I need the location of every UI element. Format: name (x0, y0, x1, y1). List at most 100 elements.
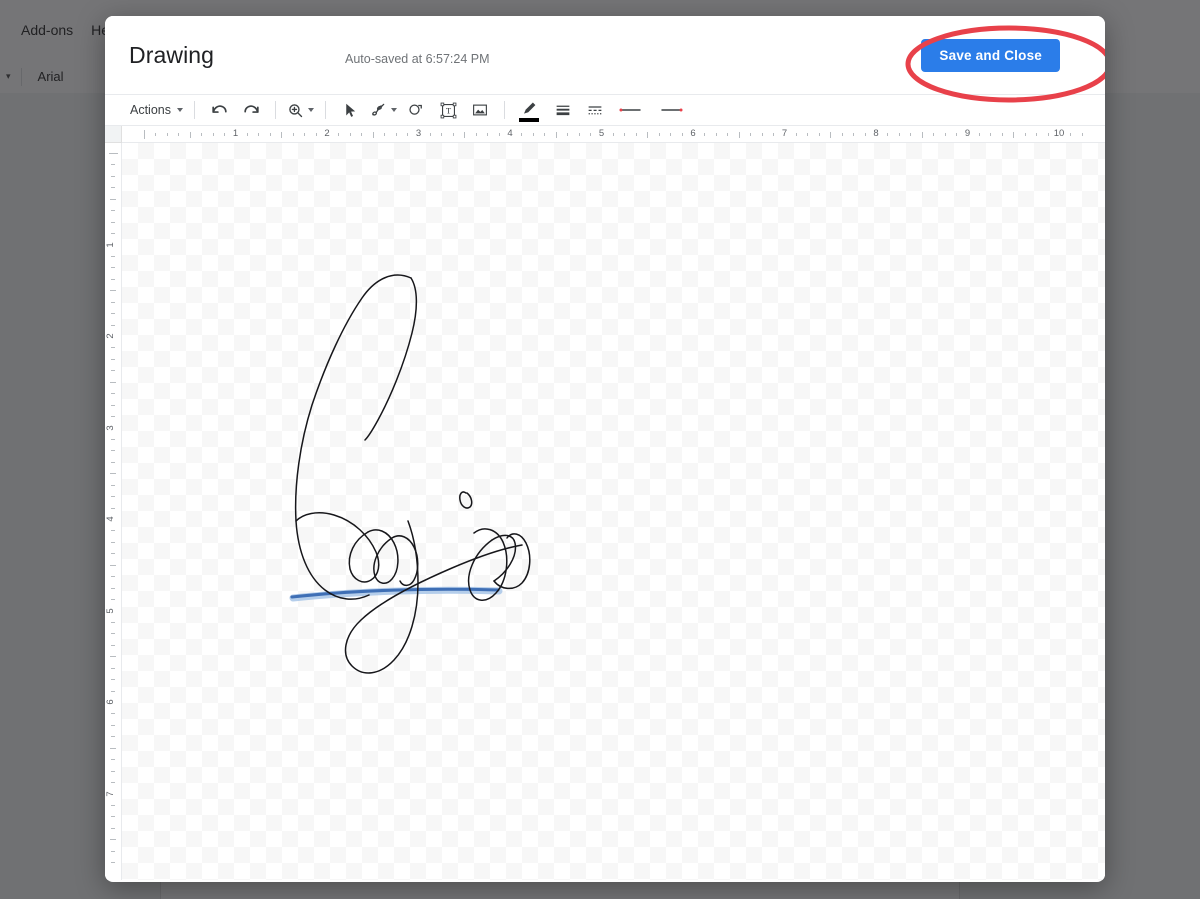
drawing-dialog: Drawing Auto-saved at 6:57:24 PM Save an… (105, 16, 1105, 882)
ruler-tick (111, 827, 115, 829)
ruler-tick (750, 133, 752, 136)
actions-menu-label: Actions (130, 103, 171, 117)
ruler-tick (155, 133, 157, 136)
ruler-tick (111, 267, 115, 269)
ruler-tick (111, 667, 115, 669)
save-and-close-button[interactable]: Save and Close (921, 39, 1060, 72)
undo-icon (210, 101, 229, 120)
ruler-tick (452, 133, 454, 136)
ruler-tick (111, 587, 115, 589)
line-tool-button[interactable] (369, 97, 397, 123)
drawing-toolbar: Actions T (105, 94, 1105, 126)
ruler-tick (111, 404, 115, 406)
line-dash-button[interactable] (582, 97, 608, 123)
select-tool-button[interactable] (337, 97, 363, 123)
line-dash-icon (586, 101, 604, 119)
ruler-tick (670, 133, 672, 136)
ruler-label: 4 (105, 516, 117, 522)
undo-button[interactable] (206, 97, 232, 123)
ruler-tick (110, 381, 116, 383)
ruler-tick (738, 132, 740, 138)
ruler-tick (111, 816, 115, 818)
vertical-ruler[interactable]: 1 2 3 4 5 6 7 (105, 143, 122, 880)
ruler-tick (110, 656, 116, 658)
ruler-tick (910, 133, 912, 136)
ruler-label: 2 (321, 128, 333, 139)
toolbar-divider (504, 101, 505, 119)
ruler-label: 7 (778, 128, 791, 139)
text-box-tool-button[interactable]: T (435, 97, 461, 123)
svg-text:T: T (445, 105, 451, 115)
ruler-tick (224, 133, 226, 136)
ruler-tick (111, 438, 115, 440)
redo-icon (242, 101, 261, 120)
ruler-label: 5 (595, 128, 608, 139)
signature-drawing[interactable] (122, 143, 1105, 880)
ruler-tick (372, 132, 374, 138)
shape-icon (407, 101, 425, 119)
redo-button[interactable] (238, 97, 264, 123)
ruler-tick (773, 133, 775, 136)
drawing-editor-body: 1 2 3 4 5 6 7 8 9 10 1 2 3 4 5 6 7 (105, 126, 1105, 880)
signature-ink (294, 274, 531, 674)
ruler-label: 3 (105, 424, 117, 431)
ruler-tick (111, 690, 115, 692)
ruler-label: 1 (105, 241, 117, 248)
ruler-tick (795, 133, 797, 136)
text-box-icon: T (439, 101, 458, 120)
ruler-tick (111, 713, 115, 715)
select-arrow-icon (342, 102, 359, 119)
ruler-tick (429, 133, 431, 136)
drawing-canvas[interactable] (122, 143, 1105, 880)
ruler-label: 5 (105, 607, 117, 614)
ruler-tick (201, 133, 203, 136)
ruler-tick (111, 679, 115, 681)
chevron-down-icon (391, 108, 397, 112)
ruler-tick (944, 133, 946, 136)
ruler-tick (111, 301, 115, 303)
ruler-tick (853, 133, 855, 136)
ruler-tick (361, 133, 363, 136)
ruler-tick (841, 133, 843, 136)
ruler-tick (111, 221, 115, 223)
ruler-tick (111, 255, 115, 257)
line-weight-icon (554, 101, 572, 119)
canvas-scroll-area[interactable] (122, 143, 1105, 880)
ruler-tick (109, 153, 118, 154)
ruler-tick (612, 133, 614, 136)
image-tool-button[interactable] (467, 97, 493, 123)
ruler-tick (111, 233, 115, 235)
ruler-tick (715, 133, 717, 136)
ruler-tick (921, 132, 923, 138)
dialog-header: Drawing Auto-saved at 6:57:24 PM Save an… (105, 16, 1105, 94)
ruler-tick (111, 599, 115, 601)
ruler-label: 4 (504, 128, 516, 139)
ruler-label: 7 (105, 790, 117, 797)
ruler-tick (498, 133, 500, 136)
ruler-label: 9 (961, 128, 974, 139)
horizontal-ruler[interactable]: 1 2 3 4 5 6 7 8 9 10 (122, 126, 1105, 143)
ruler-tick (111, 416, 115, 418)
ruler-tick (464, 132, 466, 138)
ruler-tick (111, 324, 115, 326)
ruler-tick (258, 133, 260, 136)
shape-tool-button[interactable] (403, 97, 429, 123)
zoom-button[interactable] (287, 97, 314, 123)
ruler-tick (727, 133, 729, 136)
ruler-tick (338, 133, 340, 136)
line-weight-button[interactable] (550, 97, 576, 123)
ruler-tick (830, 132, 832, 138)
actions-menu-button[interactable]: Actions (128, 97, 183, 123)
ruler-label: 6 (105, 699, 117, 705)
ruler-tick (111, 507, 115, 509)
ruler-tick (624, 133, 626, 136)
line-color-button[interactable] (516, 97, 544, 123)
ruler-tick (590, 133, 592, 136)
line-end-button[interactable] (654, 97, 688, 123)
ruler-tick (111, 621, 115, 623)
ruler-tick (635, 133, 637, 136)
ruler-tick (111, 530, 115, 532)
toolbar-divider (194, 101, 195, 119)
line-start-icon (618, 103, 644, 117)
line-start-button[interactable] (614, 97, 648, 123)
